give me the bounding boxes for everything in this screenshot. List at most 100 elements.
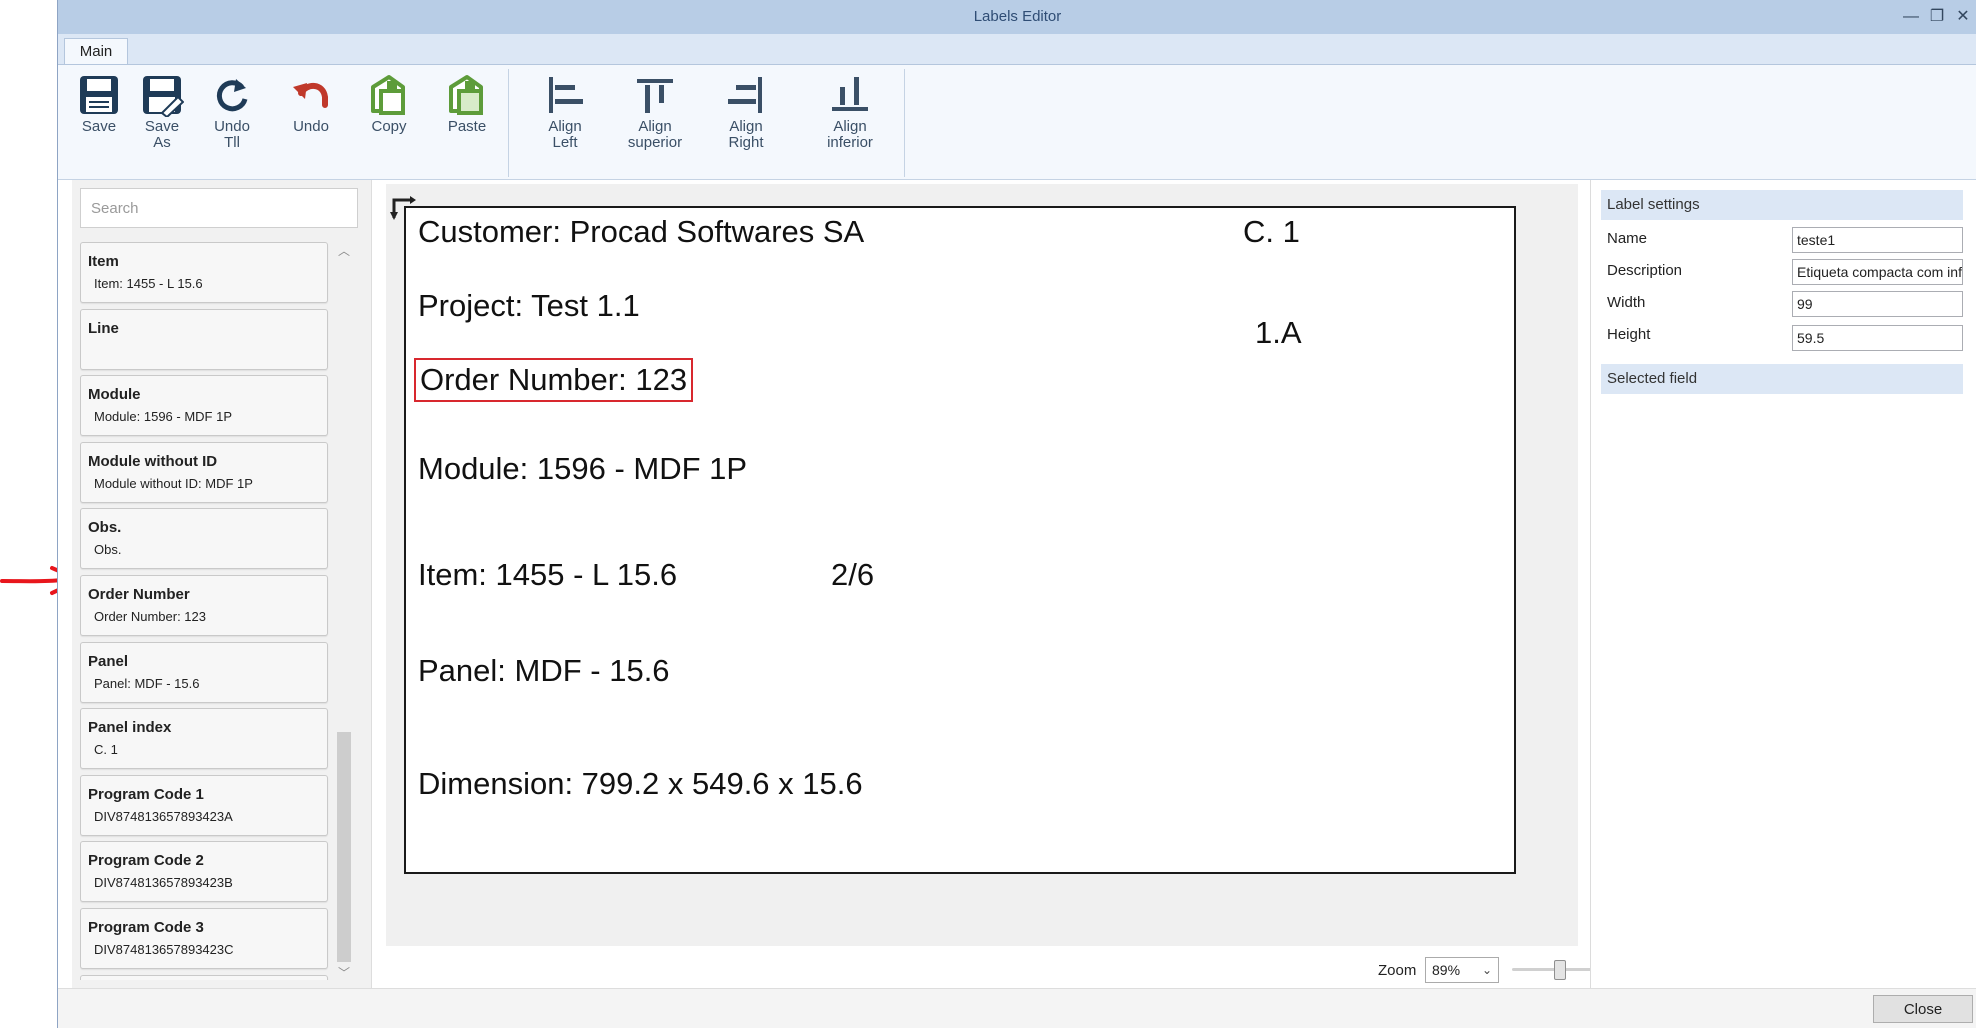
description-input[interactable] bbox=[1792, 259, 1963, 285]
field-card-value: C. 1 bbox=[94, 742, 118, 758]
undo-all-label: Undo Tll bbox=[214, 118, 250, 151]
selected-field-header: Selected field bbox=[1601, 364, 1963, 394]
name-label: Name bbox=[1607, 230, 1648, 247]
zoom-value: 89% bbox=[1432, 962, 1461, 978]
label-field-customer[interactable]: Customer: Procad Softwares SA bbox=[418, 214, 864, 250]
restore-icon[interactable]: ❐ bbox=[1925, 6, 1949, 28]
label-sheet[interactable]: Customer: Procad Softwares SA C. 1 Proje… bbox=[404, 206, 1516, 874]
label-field-panel-index[interactable]: C. 1 bbox=[1243, 214, 1300, 250]
align-bottom-icon bbox=[832, 77, 868, 111]
copy-button[interactable]: Copy bbox=[354, 69, 424, 161]
paste-label: Paste bbox=[447, 118, 487, 135]
field-card-name: Module bbox=[88, 386, 141, 404]
label-field-code[interactable]: 1.A bbox=[1255, 315, 1302, 351]
label-settings-header: Label settings bbox=[1601, 190, 1963, 220]
undo-label: Undo bbox=[293, 118, 329, 135]
label-field-order-number[interactable]: Order Number: 123 bbox=[414, 358, 694, 402]
field-card-name: Order Number bbox=[88, 586, 190, 603]
field-card-item[interactable]: Item Item: 1455 - L 15.6 bbox=[80, 242, 328, 303]
field-list-panel: Item Item: 1455 - L 15.6 Line Module Module:… bbox=[72, 180, 372, 988]
chevron-down-icon: ⌄ bbox=[1481, 963, 1492, 977]
save-icon bbox=[80, 76, 118, 114]
align-left-icon bbox=[549, 77, 583, 113]
ribbon-separator bbox=[904, 69, 905, 177]
field-card-program-code-1[interactable]: Program Code 1 DIV874813657893423A bbox=[80, 774, 328, 836]
label-field-item[interactable]: Item: 1455 - L 15.6 bbox=[418, 557, 677, 593]
scroll-thumb[interactable] bbox=[337, 732, 351, 962]
label-designer[interactable]: Customer: Procad Softwares SA C. 1 Proje… bbox=[386, 184, 1578, 946]
field-list: Item Item: 1455 - L 15.6 Line Module Module:… bbox=[80, 240, 330, 980]
field-card-order-number[interactable]: Order Number Order Number: 123 bbox=[80, 575, 328, 636]
width-input[interactable] bbox=[1792, 291, 1963, 317]
save-label: Save bbox=[81, 118, 117, 135]
ribbon-separator bbox=[508, 69, 509, 177]
screen: Labels Editor — ❐ ✕ Main Save Save As Un… bbox=[0, 0, 1976, 1028]
field-card-value: Panel: MDF - 15.6 bbox=[94, 675, 200, 691]
align-bottom-button[interactable]: Align inferior bbox=[815, 69, 885, 161]
scroll-down-icon[interactable]: ﹀ bbox=[334, 964, 354, 982]
field-card-value: Module without ID: MDF 1P bbox=[94, 475, 253, 491]
field-card-value: DIV874813657893423C bbox=[94, 942, 234, 957]
save-as-label: Save As bbox=[144, 118, 180, 151]
labels-editor-window: Labels Editor — ❐ ✕ Main Save Save As Un… bbox=[57, 0, 1976, 1028]
field-card-name: Obs. bbox=[88, 519, 122, 537]
field-card-line[interactable]: Line bbox=[80, 308, 328, 370]
height-label: Height bbox=[1607, 326, 1651, 343]
save-as-button[interactable]: Save As bbox=[127, 69, 197, 161]
label-field-count[interactable]: 2/6 bbox=[831, 557, 874, 593]
save-button[interactable]: Save bbox=[64, 69, 134, 161]
paste-button[interactable]: Paste bbox=[432, 69, 502, 161]
undo-button[interactable]: Undo bbox=[276, 69, 346, 161]
label-field-dimension[interactable]: Dimension: 799.2 x 549.6 x 15.6 bbox=[418, 766, 863, 802]
field-card-value: Obs. bbox=[94, 542, 122, 558]
field-card-name: Program Code 3 bbox=[88, 919, 204, 936]
tab-main[interactable]: Main bbox=[64, 38, 128, 65]
field-card-program-code-2[interactable]: Program Code 2 DIV874813657893423B bbox=[80, 841, 328, 903]
search-input[interactable] bbox=[80, 188, 358, 228]
save-as-icon bbox=[143, 76, 184, 117]
align-bottom-label: Align inferior bbox=[827, 118, 873, 151]
close-button[interactable]: Close bbox=[1873, 995, 1973, 1023]
label-field-panel[interactable]: Panel: MDF - 15.6 bbox=[418, 653, 670, 689]
align-left-button[interactable]: Align Left bbox=[530, 69, 600, 161]
field-card-value: Order Number: 123 bbox=[94, 609, 206, 624]
zoom-label: Zoom bbox=[1378, 962, 1417, 979]
undo-all-button[interactable]: Undo Tll bbox=[197, 69, 267, 161]
close-window-icon[interactable]: ✕ bbox=[1951, 6, 1975, 28]
undo-icon bbox=[293, 83, 328, 108]
field-card-project[interactable]: Project bbox=[80, 974, 328, 980]
field-list-scrollbar[interactable]: ︿ ﹀ bbox=[334, 242, 354, 982]
scroll-track[interactable] bbox=[337, 262, 351, 962]
field-card-value: Item: 1455 - L 15.6 bbox=[94, 276, 203, 291]
field-card-module[interactable]: Module Module: 1596 - MDF 1P bbox=[80, 375, 328, 437]
field-card-obs[interactable]: Obs. Obs. bbox=[80, 508, 328, 570]
label-canvas-area: Customer: Procad Softwares SA C. 1 Proje… bbox=[372, 180, 1578, 952]
zoom-select[interactable]: 89% ⌄ bbox=[1425, 957, 1499, 983]
field-card-name: Panel bbox=[88, 652, 129, 670]
ribbon-tab-bar: Main bbox=[58, 34, 1976, 65]
name-input[interactable] bbox=[1792, 227, 1963, 253]
width-label: Width bbox=[1607, 294, 1646, 311]
label-field-module[interactable]: Module: 1596 - MDF 1P bbox=[418, 451, 747, 487]
minimize-icon[interactable]: — bbox=[1899, 6, 1923, 28]
height-input[interactable] bbox=[1792, 325, 1963, 351]
zoom-slider-thumb[interactable] bbox=[1554, 960, 1566, 980]
field-card-value: DIV874813657893423A bbox=[94, 808, 233, 824]
undo-all-icon bbox=[216, 79, 248, 112]
scroll-up-icon[interactable]: ︿ bbox=[334, 242, 354, 260]
field-card-panel[interactable]: Panel Panel: MDF - 15.6 bbox=[80, 641, 328, 703]
field-card-panel-index[interactable]: Panel index C. 1 bbox=[80, 708, 328, 770]
align-right-button[interactable]: Align Right bbox=[711, 69, 781, 161]
field-card-name: Module without ID bbox=[88, 452, 218, 470]
field-card-module-without-id[interactable]: Module without ID Module without ID: MDF … bbox=[80, 441, 328, 503]
label-field-project[interactable]: Project: Test 1.1 bbox=[418, 288, 640, 324]
copy-label: Copy bbox=[371, 118, 407, 135]
align-top-button[interactable]: Align superior bbox=[620, 69, 690, 161]
description-label: Description bbox=[1607, 262, 1683, 279]
field-card-name: Line bbox=[88, 319, 119, 337]
title-bar[interactable]: Labels Editor — ❐ ✕ bbox=[58, 0, 1976, 34]
field-card-program-code-3[interactable]: Program Code 3 DIV874813657893423C bbox=[80, 908, 328, 969]
align-right-icon bbox=[728, 77, 762, 113]
field-card-name: Item bbox=[88, 253, 119, 270]
properties-panel: Label settings Name Description Width He… bbox=[1590, 180, 1976, 988]
